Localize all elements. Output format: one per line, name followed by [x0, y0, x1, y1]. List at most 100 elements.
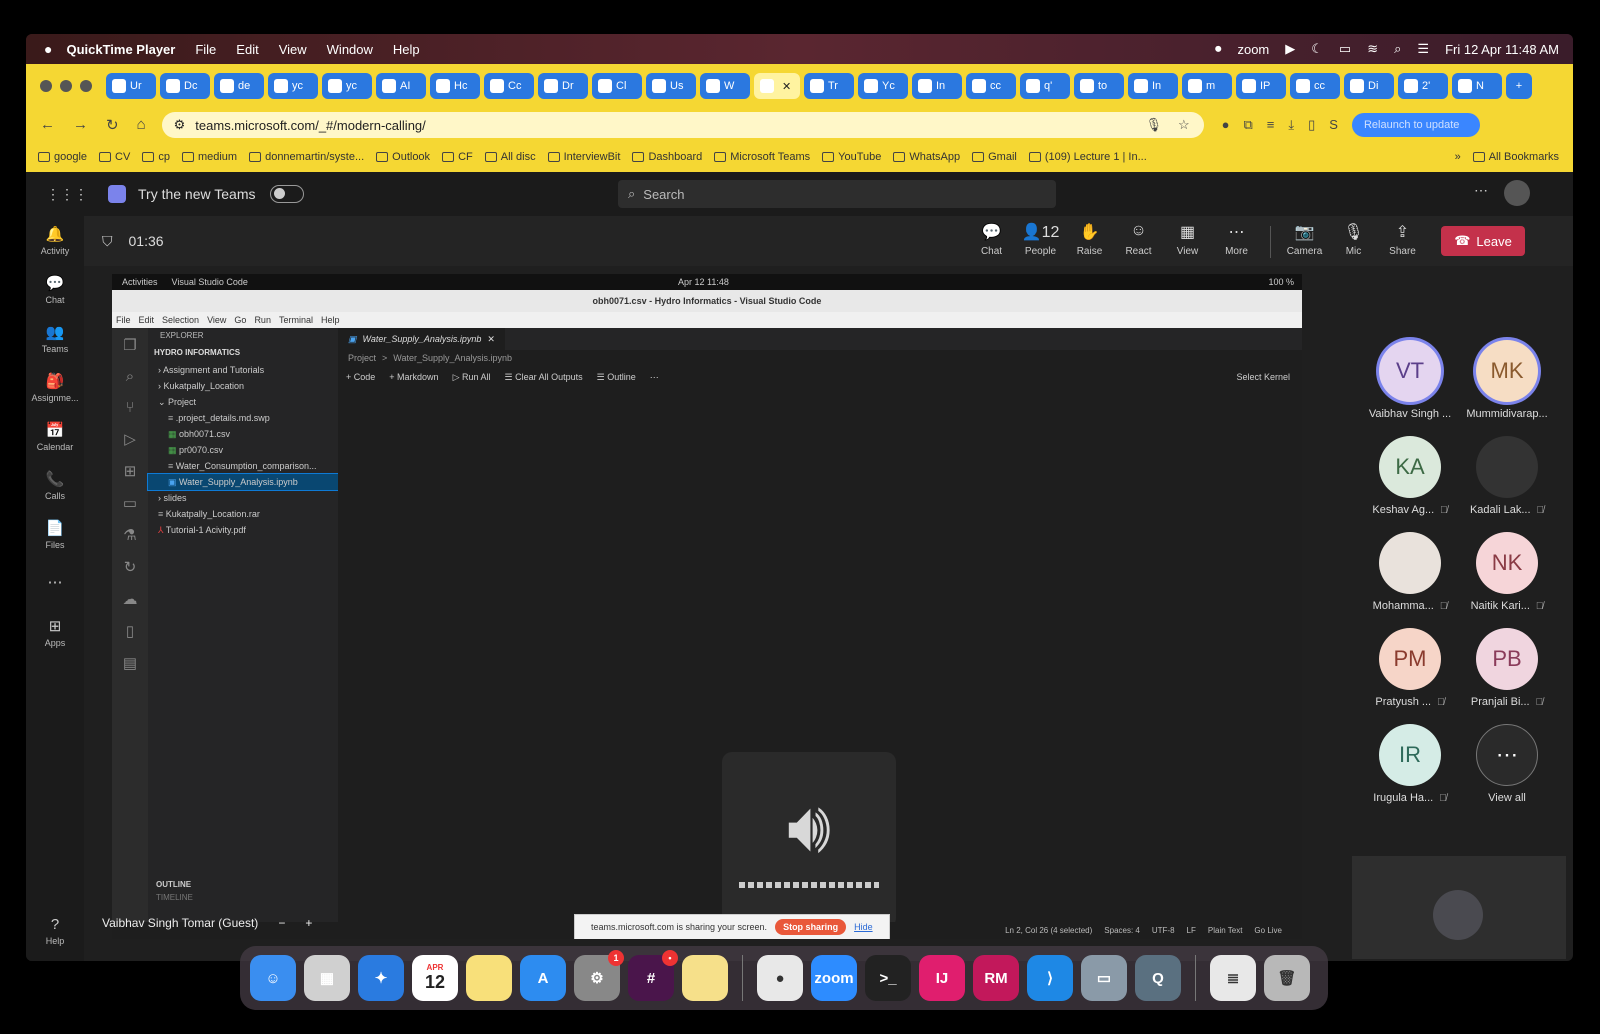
- rail-item-files[interactable]: 📄 Files: [26, 510, 84, 559]
- browser-tab[interactable]: IP: [1236, 73, 1286, 99]
- close-tab-icon[interactable]: ✕: [782, 80, 791, 93]
- dock-app-store[interactable]: A: [520, 955, 566, 1001]
- browser-tab[interactable]: to: [1074, 73, 1124, 99]
- chat-button[interactable]: 💬 Chat: [972, 222, 1011, 262]
- zoom-out-icon[interactable]: −: [278, 916, 285, 930]
- url-field[interactable]: ⚙ teams.microsoft.com/_#/modern-calling/…: [161, 112, 1204, 138]
- browser-tab[interactable]: Us: [646, 73, 696, 99]
- dock-document[interactable]: ≣: [1210, 955, 1256, 1001]
- bookmark-item[interactable]: google: [38, 151, 87, 163]
- apple-icon[interactable]: ●: [44, 41, 52, 57]
- participant-tile[interactable]: MK Mummidivarap...: [1462, 340, 1552, 420]
- browser-tab[interactable]: ✕: [754, 73, 800, 99]
- dock-notes[interactable]: [466, 955, 512, 1001]
- menu-edit[interactable]: Edit: [236, 42, 258, 57]
- bookmark-item[interactable]: YouTube: [822, 151, 881, 163]
- browser-tab[interactable]: yc: [268, 73, 318, 99]
- browser-tab[interactable]: cc: [1290, 73, 1340, 99]
- browser-tab[interactable]: q': [1020, 73, 1070, 99]
- rail-item-more[interactable]: ⋯: [26, 559, 84, 608]
- rail-item-calls[interactable]: 📞 Calls: [26, 461, 84, 510]
- dock-intellij[interactable]: IJ: [919, 955, 965, 1001]
- browser-tab[interactable]: W: [700, 73, 750, 99]
- menu-view[interactable]: View: [279, 42, 307, 57]
- dock-chrome[interactable]: ●: [757, 955, 803, 1001]
- self-video-tile[interactable]: [1352, 856, 1566, 959]
- browser-tab[interactable]: 2': [1398, 73, 1448, 99]
- mic-search-icon[interactable]: 🎙: [1145, 117, 1162, 133]
- browser-tab[interactable]: Dc: [160, 73, 210, 99]
- back-icon[interactable]: ←: [40, 116, 55, 134]
- battery-icon[interactable]: ▭: [1339, 41, 1351, 57]
- camera-button[interactable]: 📷 Camera: [1285, 222, 1324, 262]
- sidepanel-icon[interactable]: ▯: [1308, 117, 1315, 133]
- all-bookmarks[interactable]: All Bookmarks: [1472, 151, 1559, 163]
- dock-slack[interactable]: # •: [628, 950, 678, 1001]
- bookmark-item[interactable]: Microsoft Teams: [714, 151, 810, 163]
- raise-button[interactable]: ✋ Raise: [1070, 222, 1109, 262]
- app-name[interactable]: QuickTime Player: [66, 42, 175, 57]
- leave-button[interactable]: ☎ Leave: [1441, 226, 1525, 256]
- participant-tile[interactable]: IR Irugula Ha... 🎙̸: [1365, 724, 1455, 804]
- dock-stickies[interactable]: [682, 955, 728, 1001]
- browser-tab[interactable]: Cc: [484, 73, 534, 99]
- shield-icon[interactable]: ⛉: [102, 233, 113, 250]
- rail-item-apps[interactable]: ⊞ Apps: [26, 608, 84, 657]
- browser-tab[interactable]: yc: [322, 73, 372, 99]
- people-button[interactable]: 👤12 People: [1021, 222, 1060, 262]
- zoom-window-icon[interactable]: [80, 80, 92, 92]
- browser-tab[interactable]: AI: [376, 73, 426, 99]
- clock[interactable]: Fri 12 Apr 11:48 AM: [1445, 42, 1559, 57]
- avatar[interactable]: [1504, 180, 1530, 206]
- control-center-icon[interactable]: ☰: [1417, 41, 1429, 57]
- participant-tile[interactable]: PM Pratyush ... 🎙̸: [1365, 628, 1455, 708]
- menu-file[interactable]: File: [195, 42, 216, 57]
- bookmark-item[interactable]: medium: [181, 151, 237, 163]
- wifi-icon[interactable]: ≋: [1367, 41, 1378, 57]
- browser-tab[interactable]: Tr: [804, 73, 854, 99]
- bookmark-item[interactable]: Dashboard: [632, 151, 702, 163]
- bookmark-item[interactable]: InterviewBit: [547, 151, 620, 163]
- bookmark-item[interactable]: WhatsApp: [893, 151, 960, 163]
- bookmark-item[interactable]: Outlook: [376, 151, 430, 163]
- rail-item-chat[interactable]: 💬 Chat: [26, 265, 84, 314]
- search-input[interactable]: ⌕ Search: [618, 180, 1056, 208]
- share-button[interactable]: ⇪ Share: [1383, 222, 1422, 262]
- browser-tab[interactable]: Hc: [430, 73, 480, 99]
- dock-safari[interactable]: ✦: [358, 955, 404, 1001]
- close-window-icon[interactable]: [40, 80, 52, 92]
- browser-tab[interactable]: Di: [1344, 73, 1394, 99]
- site-info-icon[interactable]: ⚙: [174, 117, 186, 133]
- participant-tile[interactable]: ⋯ View all: [1462, 724, 1552, 804]
- new-tab-button[interactable]: +: [1506, 73, 1532, 99]
- stop-sharing-button[interactable]: Stop sharing: [775, 919, 847, 935]
- browser-tab[interactable]: Ur: [106, 73, 156, 99]
- minimize-window-icon[interactable]: [60, 80, 72, 92]
- media-icon[interactable]: ≡: [1267, 117, 1275, 133]
- more-button[interactable]: ⋯ More: [1217, 222, 1256, 262]
- dock-finder[interactable]: ☺: [250, 955, 296, 1001]
- browser-tab[interactable]: m: [1182, 73, 1232, 99]
- participant-tile[interactable]: KA Keshav Ag... 🎙̸: [1365, 436, 1455, 516]
- view-button[interactable]: ▦ View: [1168, 222, 1207, 262]
- bookmark-item[interactable]: donnemartin/syste...: [249, 151, 364, 163]
- puzzle-icon[interactable]: ⧉: [1244, 117, 1253, 133]
- dock-calendar[interactable]: APR 12: [412, 955, 458, 1001]
- download-icon[interactable]: ⤓: [1288, 117, 1294, 133]
- record-icon[interactable]: ⏺: [1215, 41, 1222, 57]
- participant-tile[interactable]: VT Vaibhav Singh ...: [1365, 340, 1455, 420]
- extension-icon[interactable]: ●: [1222, 117, 1230, 133]
- browser-tab[interactable]: Cl: [592, 73, 642, 99]
- browser-tab[interactable]: Dr: [538, 73, 588, 99]
- play-icon[interactable]: ▶: [1285, 41, 1295, 57]
- forward-icon[interactable]: →: [73, 116, 88, 134]
- participant-tile[interactable]: Mohamma... 🎙̸: [1365, 532, 1455, 612]
- try-new-teams-toggle[interactable]: [269, 185, 304, 203]
- browser-tab[interactable]: In: [912, 73, 962, 99]
- rail-item-teams[interactable]: 👥 Teams: [26, 314, 84, 363]
- dock-terminal[interactable]: >_: [865, 955, 911, 1001]
- reload-icon[interactable]: ↻: [106, 116, 119, 134]
- menu-window[interactable]: Window: [327, 42, 373, 57]
- hide-link[interactable]: Hide: [854, 922, 873, 932]
- bookmark-item[interactable]: cp: [142, 151, 170, 163]
